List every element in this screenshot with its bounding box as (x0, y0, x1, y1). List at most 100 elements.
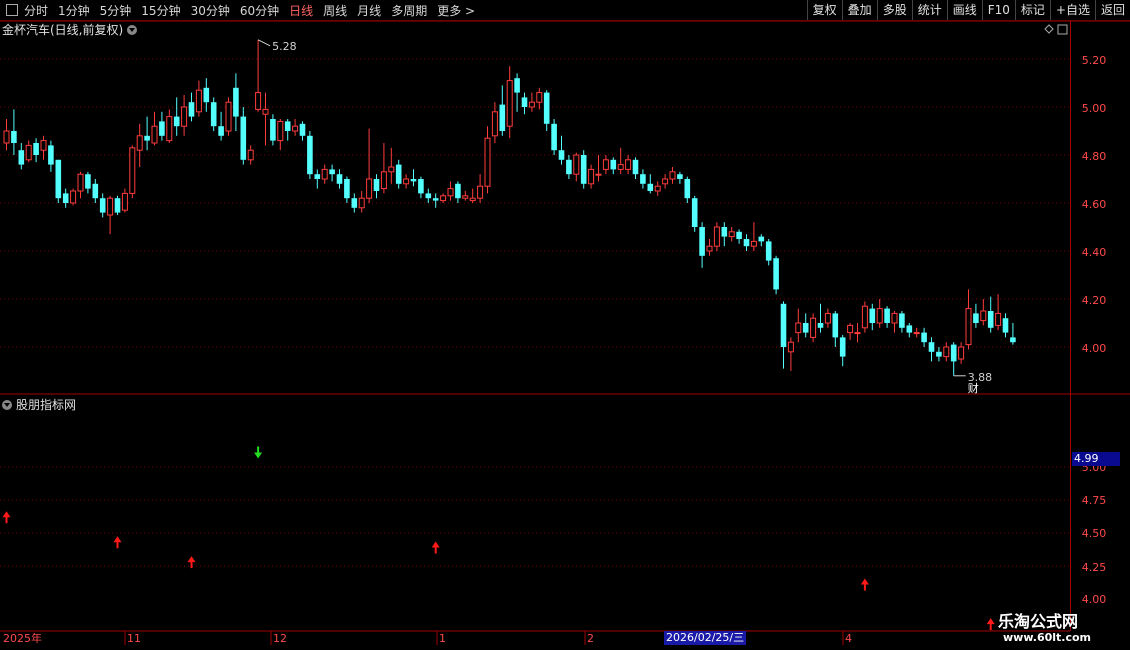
candle (447, 181, 454, 201)
buy-arrow-icon (860, 578, 869, 591)
candle (151, 111, 158, 146)
watermark-name: 乐淘公式网 (998, 612, 1079, 631)
candle (847, 323, 854, 340)
candle (491, 102, 498, 143)
candle (380, 143, 387, 194)
candle (173, 97, 180, 136)
candle (321, 164, 328, 184)
price-tick: 5.00 (1082, 102, 1107, 115)
sell-arrow-icon (254, 446, 263, 459)
candle (477, 174, 484, 203)
candle (418, 176, 424, 199)
signal-arrows (2, 446, 995, 631)
candle (869, 303, 876, 331)
candle (247, 145, 254, 165)
candle (677, 171, 683, 184)
candle (277, 119, 284, 151)
candle (11, 109, 17, 155)
candle (921, 327, 927, 347)
candle (514, 73, 520, 112)
candle (810, 313, 817, 343)
time-label: 2025年 (3, 631, 42, 645)
candle (899, 311, 905, 333)
candle (388, 147, 395, 184)
candle (48, 140, 54, 172)
buy-arrow-icon (986, 618, 995, 631)
candle (750, 222, 757, 251)
candle (551, 119, 557, 155)
candle (773, 255, 779, 295)
candle (713, 222, 720, 251)
buy-arrow-icon (2, 511, 11, 524)
candle (240, 107, 247, 165)
price-tick: 4.00 (1082, 342, 1107, 355)
candle (366, 128, 373, 203)
candle (195, 80, 202, 117)
candle (344, 176, 350, 203)
candle (654, 181, 661, 196)
indicator-axis: 5.00 4.75 4.50 4.25 4.00 (1082, 461, 1107, 606)
candle (351, 193, 358, 213)
price-tick: 4.60 (1082, 198, 1107, 211)
candle (136, 123, 143, 167)
price-tick: 4.40 (1082, 246, 1107, 259)
candle (817, 303, 824, 333)
time-label: 11 (127, 632, 141, 645)
kline-chart[interactable]: 5.28 3.88 5.20 5.00 4.80 4.60 4.40 4.20 … (0, 0, 1130, 650)
candle (3, 119, 10, 151)
high-price-label: 5.28 (272, 40, 297, 53)
price-axis: 5.20 5.00 4.80 4.60 4.40 4.20 4.00 (1082, 54, 1107, 355)
indicator-title: 股朋指标网 (16, 398, 77, 412)
watermark-url: www.60lt.com (1003, 631, 1092, 644)
candle (780, 301, 787, 369)
time-label: 2 (587, 632, 594, 645)
candle (743, 234, 750, 251)
candle (92, 179, 99, 203)
candle (484, 126, 491, 194)
candle (588, 164, 595, 189)
chevron-down-icon[interactable] (2, 399, 12, 410)
candle (950, 342, 957, 376)
candle (691, 195, 698, 232)
candle (958, 342, 965, 364)
candle (129, 145, 136, 199)
candle (181, 95, 188, 136)
chevron-down-icon[interactable] (127, 24, 138, 35)
candle (632, 157, 639, 179)
candle (610, 157, 617, 175)
candle (270, 114, 276, 146)
candle (99, 193, 106, 218)
candle (70, 188, 77, 206)
candle (358, 191, 365, 213)
candle (25, 140, 32, 163)
candle (566, 155, 572, 179)
candle (536, 87, 543, 110)
candle (166, 109, 173, 143)
candle (299, 121, 306, 141)
candle (55, 159, 62, 203)
candle (210, 97, 217, 131)
stock-title: 金杯汽车(日线,前复权) (2, 23, 124, 37)
candle (832, 311, 839, 347)
candle (973, 303, 979, 328)
candle (876, 299, 883, 328)
price-tick: 5.20 (1082, 54, 1107, 67)
candle (314, 169, 321, 189)
candle (802, 313, 809, 338)
candle (469, 188, 476, 203)
candle (85, 171, 91, 194)
candle (107, 195, 114, 235)
candle (795, 308, 802, 343)
candle (395, 159, 402, 189)
candle (144, 116, 150, 151)
candle (1002, 313, 1009, 338)
buy-arrow-icon (113, 536, 122, 549)
candle (573, 152, 580, 182)
indicator-tick: 4.75 (1082, 494, 1107, 507)
candle (329, 164, 335, 182)
candle (425, 188, 432, 203)
candle (218, 111, 224, 141)
candle (455, 181, 461, 203)
candle (891, 311, 898, 333)
candle (965, 289, 972, 350)
